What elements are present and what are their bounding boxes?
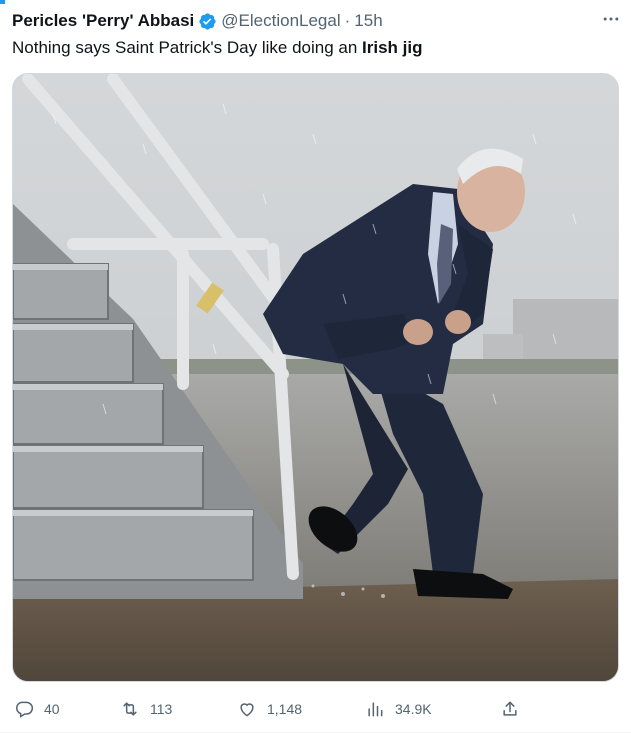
like-count: 1,148 xyxy=(267,701,303,717)
retweet-button[interactable]: 113 xyxy=(120,694,172,724)
views-icon xyxy=(368,702,383,717)
tweet-photo[interactable] xyxy=(12,73,619,682)
tweet-text: Nothing says Saint Patrick's Day like do… xyxy=(12,36,423,60)
action-bar: 40 113 1,148 34.9K xyxy=(0,694,631,724)
tweet[interactable]: Pericles 'Perry' Abbasi @ElectionLegal ·… xyxy=(0,0,631,733)
reply-button[interactable]: 40 xyxy=(14,694,60,724)
timestamp[interactable]: 15h xyxy=(354,11,382,31)
retweet-count: 113 xyxy=(150,701,173,717)
views-count: 34.9K xyxy=(395,701,432,717)
tweet-text-prefix: Nothing says Saint Patrick's Day like do… xyxy=(12,38,363,57)
accent-bar xyxy=(0,0,5,4)
reply-icon xyxy=(16,701,34,718)
retweet-icon xyxy=(123,702,137,716)
tweet-header: Pericles 'Perry' Abbasi @ElectionLegal ·… xyxy=(12,9,619,33)
more-icon[interactable] xyxy=(599,9,623,29)
verified-badge-icon[interactable] xyxy=(198,12,217,31)
share-icon xyxy=(503,701,517,716)
separator: · xyxy=(344,11,351,30)
author-name[interactable]: Pericles 'Perry' Abbasi xyxy=(12,11,194,31)
views-button[interactable]: 34.9K xyxy=(365,694,432,724)
photo-illustration xyxy=(13,74,618,681)
like-button[interactable]: 1,148 xyxy=(237,694,302,724)
reply-count: 40 xyxy=(44,701,60,717)
share-button[interactable] xyxy=(500,694,520,724)
author-handle[interactable]: @ElectionLegal xyxy=(221,11,340,31)
heart-icon xyxy=(240,703,254,717)
tweet-text-bold: Irish jig xyxy=(362,38,423,57)
